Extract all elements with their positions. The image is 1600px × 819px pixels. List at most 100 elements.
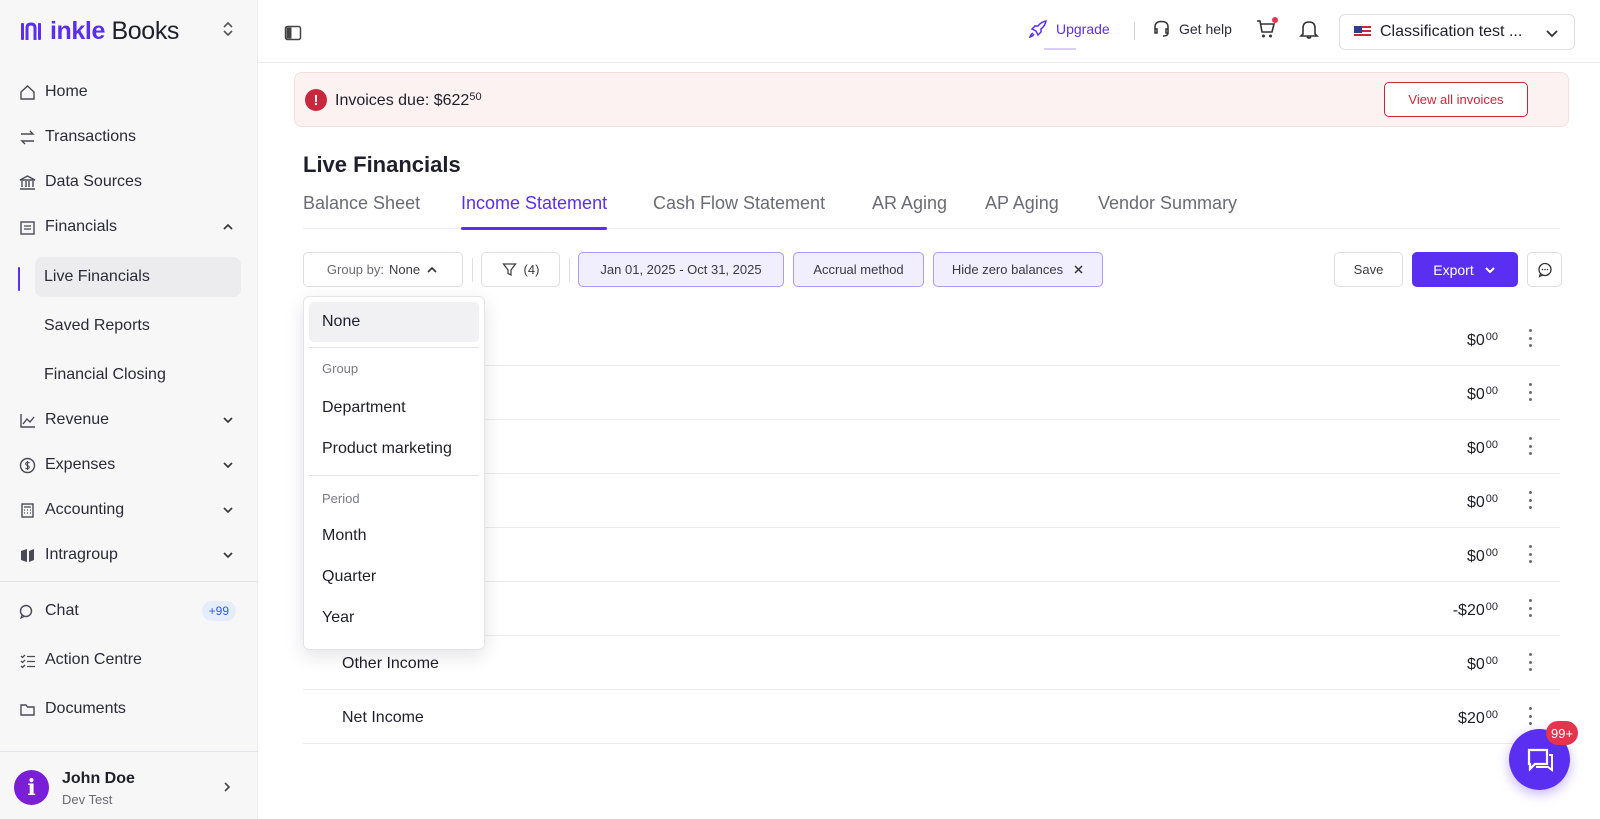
home-icon [18, 83, 36, 101]
sidebar-item-financials[interactable]: Financials [18, 207, 240, 247]
sidebar-item-revenue[interactable]: Revenue [18, 400, 240, 440]
chevron-up-icon [427, 266, 437, 273]
table-row[interactable]: $000 [303, 366, 1560, 420]
table-row[interactable]: $000 [303, 474, 1560, 528]
more-options-icon[interactable] [1528, 707, 1532, 725]
sidebar-subitem-label: Live Financials [44, 268, 150, 285]
row-amount-cents: 00 [1485, 385, 1498, 397]
tab-balance-sheet[interactable]: Balance Sheet [303, 193, 420, 229]
view-all-invoices-button[interactable]: View all invoices [1384, 82, 1528, 117]
more-options-icon[interactable] [1528, 653, 1532, 671]
header-separator [1134, 22, 1135, 40]
sidebar-item-data-sources[interactable]: Data Sources [18, 162, 240, 202]
group-by-label: Group by: [326, 262, 384, 277]
tab-cash-flow-statement[interactable]: Cash Flow Statement [653, 193, 825, 229]
checklist-icon [18, 651, 36, 669]
more-options-icon[interactable] [1528, 437, 1532, 455]
chevron-down-icon [223, 552, 233, 559]
bell-icon[interactable] [1298, 18, 1320, 40]
table-row[interactable]: $000 [303, 420, 1560, 474]
tab-ap-aging[interactable]: AP Aging [985, 193, 1059, 229]
sidebar-item-expenses[interactable]: Expenses [18, 445, 240, 485]
dropdown-group-heading: Group [322, 361, 359, 376]
upgrade-button[interactable]: Upgrade [1028, 19, 1110, 39]
filter-button[interactable]: (4) [481, 252, 560, 287]
close-icon[interactable] [1073, 264, 1084, 275]
tab-vendor-summary[interactable]: Vendor Summary [1098, 193, 1237, 229]
date-range-chip[interactable]: Jan 01, 2025 - Oct 31, 2025 [578, 252, 784, 287]
sidebar-subitem-financial-closing[interactable]: Financial Closing [35, 355, 241, 395]
table-row[interactable]: Net Income $2000 [303, 690, 1560, 744]
upgrade-label: Upgrade [1056, 21, 1110, 37]
chat-count-badge: +99 [201, 601, 236, 621]
chevron-down-icon [223, 417, 233, 424]
inkle-logo-icon [21, 22, 41, 40]
comment-button[interactable] [1527, 252, 1562, 287]
row-amount-cents: 00 [1485, 331, 1498, 343]
sidebar: inkle Books Home Transactions Data Sourc… [0, 0, 258, 819]
workspace-switch-icon[interactable] [220, 20, 236, 40]
sidebar-item-transactions[interactable]: Transactions [18, 117, 240, 157]
row-amount-cents: 00 [1485, 709, 1498, 721]
sidebar-toggle-icon[interactable] [284, 24, 302, 42]
user-profile[interactable]: i John Doe Dev Test [0, 751, 258, 819]
top-bar: Upgrade Get help Classification test ... [258, 0, 1600, 63]
chevron-up-icon [223, 223, 233, 230]
row-amount: $000 [1467, 655, 1498, 674]
sidebar-subitem-label: Saved Reports [44, 317, 150, 334]
hide-zero-balances-chip[interactable]: Hide zero balances [933, 252, 1103, 287]
more-options-icon[interactable] [1528, 599, 1532, 617]
table-row[interactable]: me $000 [303, 528, 1560, 582]
get-help-button[interactable]: Get help [1152, 19, 1232, 38]
row-amount: $000 [1467, 493, 1498, 512]
brand-name: inkle Books [50, 16, 180, 45]
more-options-icon[interactable] [1528, 491, 1532, 509]
sidebar-item-intragroup[interactable]: Intragroup [18, 535, 240, 575]
save-button[interactable]: Save [1334, 252, 1403, 287]
table-row[interactable]: -$2000 [303, 582, 1560, 636]
dollar-circle-icon [18, 456, 36, 474]
export-button[interactable]: Export [1412, 252, 1518, 287]
report-tabs: Balance Sheet Income Statement Cash Flow… [303, 193, 1560, 230]
sidebar-item-label: Data Sources [45, 173, 142, 190]
chat-bubble-icon [1527, 748, 1553, 772]
get-help-label: Get help [1179, 20, 1232, 37]
sidebar-item-chat[interactable]: Chat +99 [18, 591, 240, 631]
more-options-icon[interactable] [1528, 329, 1532, 347]
dropdown-option-none[interactable]: None [309, 302, 479, 342]
dropdown-separator [309, 347, 479, 348]
dropdown-option-month[interactable]: Month [309, 516, 479, 556]
brand-logo[interactable]: inkle Books [20, 16, 179, 46]
sidebar-item-home[interactable]: Home [18, 72, 240, 112]
more-options-icon[interactable] [1528, 383, 1532, 401]
sidebar-item-label: Documents [45, 700, 126, 717]
dropdown-option-year[interactable]: Year [309, 598, 479, 638]
sidebar-item-accounting[interactable]: Accounting [18, 490, 240, 530]
group-by-button[interactable]: Group by: None [303, 252, 463, 287]
dropdown-option-quarter[interactable]: Quarter [309, 557, 479, 597]
company-selector[interactable]: Classification test ... [1339, 14, 1575, 50]
tab-income-statement[interactable]: Income Statement [461, 193, 608, 230]
sidebar-subitem-saved-reports[interactable]: Saved Reports [35, 306, 241, 346]
sidebar-item-label: Intragroup [45, 546, 118, 563]
page-title: Live Financials [303, 152, 461, 177]
sidebar-item-action-centre[interactable]: Action Centre [18, 640, 240, 680]
folder-icon [18, 700, 36, 718]
tab-ar-aging[interactable]: AR Aging [872, 193, 947, 229]
accounting-method-chip[interactable]: Accrual method [793, 252, 924, 287]
sidebar-item-documents[interactable]: Documents [18, 689, 240, 729]
chevron-down-icon [1485, 266, 1495, 273]
table-row[interactable]: Other Income $000 [303, 636, 1560, 690]
row-amount-value: $0 [1466, 386, 1485, 403]
calculator-icon [18, 501, 36, 519]
filter-separator [569, 258, 570, 282]
filter-separator [472, 258, 473, 282]
dropdown-option-department[interactable]: Department [309, 388, 479, 428]
row-label: Other Income [342, 655, 439, 672]
dropdown-option-product-marketing[interactable]: Product marketing [309, 429, 479, 469]
sidebar-subitem-live-financials[interactable]: Live Financials [35, 257, 241, 297]
table-row[interactable]: $000 [303, 312, 1560, 366]
sidebar-divider [0, 581, 258, 582]
more-options-icon[interactable] [1528, 545, 1532, 563]
alert-text: Invoices due: $62250 [335, 91, 482, 110]
